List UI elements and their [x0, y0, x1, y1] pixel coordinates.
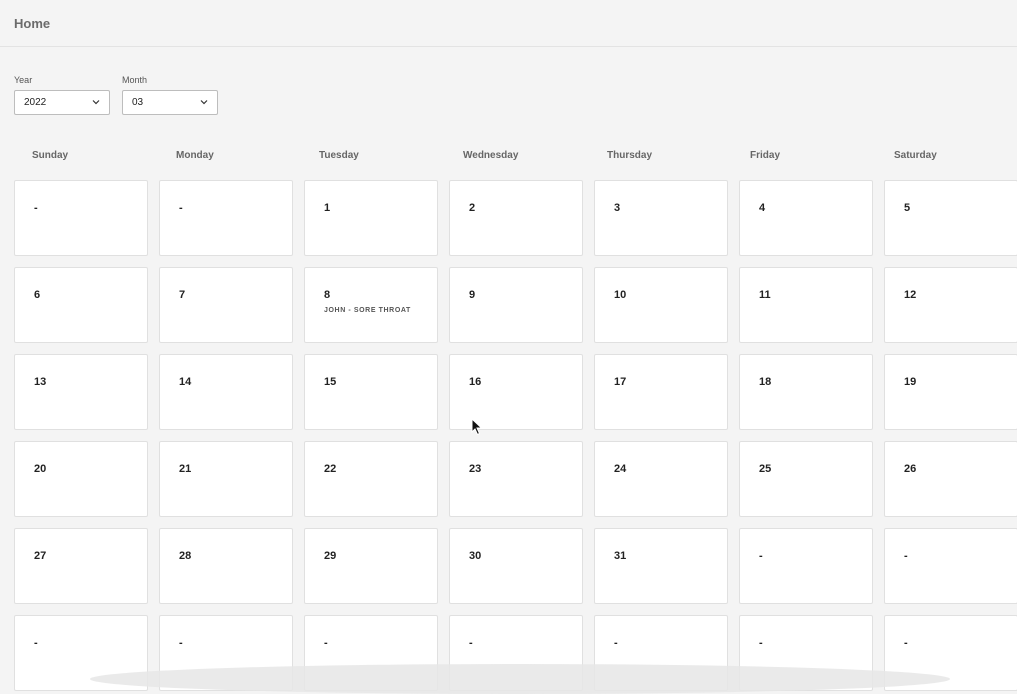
calendar-day-cell[interactable]: -	[14, 180, 148, 256]
day-number: 4	[759, 202, 766, 214]
calendar-day-cell[interactable]: 6	[14, 267, 148, 343]
mouse-pointer-icon	[471, 418, 483, 436]
day-number: 31	[614, 550, 627, 562]
weekday-header: Thursday	[607, 150, 653, 161]
calendar-day-cell[interactable]: 17	[594, 354, 728, 430]
calendar-day-cell[interactable]: 24	[594, 441, 728, 517]
calendar-day-cell[interactable]: 27	[14, 528, 148, 604]
calendar-day-cell[interactable]: 28	[159, 528, 293, 604]
day-number: 10	[614, 289, 627, 301]
calendar-day-cell[interactable]: 25	[739, 441, 873, 517]
calendar-day-cell[interactable]: 19	[884, 354, 1017, 430]
day-number: -	[324, 637, 328, 649]
day-number: 14	[179, 376, 192, 388]
calendar-day-cell[interactable]: 18	[739, 354, 873, 430]
year-select-value: 2022	[24, 97, 47, 108]
day-number: 19	[904, 376, 917, 388]
weekday-header: Friday	[750, 150, 781, 161]
day-number: -	[34, 637, 38, 649]
calendar-day-cell[interactable]: 13	[14, 354, 148, 430]
calendar-day-cell[interactable]: 30	[449, 528, 583, 604]
day-number: 27	[34, 550, 47, 562]
day-number: -	[904, 550, 908, 562]
year-select[interactable]: 2022	[14, 90, 110, 115]
calendar-day-cell[interactable]: 31	[594, 528, 728, 604]
day-number: 26	[904, 463, 917, 475]
month-select[interactable]: 03	[122, 90, 218, 115]
calendar-day-cell[interactable]: 11	[739, 267, 873, 343]
calendar-day-cell[interactable]: 20	[14, 441, 148, 517]
month-select-value: 03	[132, 97, 144, 108]
day-number: 6	[34, 289, 41, 301]
day-number: 7	[179, 289, 186, 301]
day-number: 23	[469, 463, 482, 475]
calendar-day-cell[interactable]: 26	[884, 441, 1017, 517]
calendar-day-cell[interactable]: 4	[739, 180, 873, 256]
day-number: 13	[34, 376, 47, 388]
chevron-down-icon	[200, 100, 208, 105]
calendar-day-cell[interactable]: 5	[884, 180, 1017, 256]
calendar-day-cell[interactable]: 12	[884, 267, 1017, 343]
day-number: -	[759, 550, 763, 562]
breadcrumb-home[interactable]: Home	[14, 16, 50, 31]
day-number: -	[179, 202, 183, 214]
calendar-day-cell[interactable]: 14	[159, 354, 293, 430]
day-number: 5	[904, 202, 911, 214]
day-number: 12	[904, 289, 917, 301]
weekday-header: Wednesday	[463, 150, 519, 161]
day-number: 21	[179, 463, 192, 475]
month-label: Month	[122, 75, 148, 85]
calendar-day-cell[interactable]: 8 JOHN - SORE THROAT	[304, 267, 438, 343]
calendar-day-cell[interactable]: 9	[449, 267, 583, 343]
calendar-day-cell[interactable]: 22	[304, 441, 438, 517]
month-field: Month 03	[122, 75, 218, 115]
day-number: 17	[614, 376, 627, 388]
calendar-day-cell[interactable]: 15	[304, 354, 438, 430]
day-number: -	[614, 637, 618, 649]
calendar-day-cell[interactable]: 7	[159, 267, 293, 343]
day-number: 22	[324, 463, 337, 475]
day-number: 15	[324, 376, 337, 388]
calendar-day-cell[interactable]: -	[739, 528, 873, 604]
calendar-day-cell[interactable]: 21	[159, 441, 293, 517]
day-number: 29	[324, 550, 337, 562]
day-number: 30	[469, 550, 482, 562]
day-number: -	[759, 637, 763, 649]
day-number: 24	[614, 463, 627, 475]
calendar-day-cell[interactable]: -	[159, 180, 293, 256]
calendar-day-cell[interactable]: 29	[304, 528, 438, 604]
calendar-day-cell[interactable]: 3	[594, 180, 728, 256]
bottom-overlay	[90, 664, 950, 694]
day-number: 3	[614, 202, 621, 214]
day-number: -	[469, 637, 473, 649]
day-number: 2	[469, 202, 476, 214]
weekday-header: Saturday	[894, 150, 937, 161]
calendar-day-cell[interactable]: 1	[304, 180, 438, 256]
calendar-day-cell[interactable]: 23	[449, 441, 583, 517]
day-number: 11	[759, 289, 771, 301]
calendar-day-cell[interactable]: -	[884, 528, 1017, 604]
weekday-header: Sunday	[32, 150, 69, 161]
day-number: 18	[759, 376, 772, 388]
calendar-day-cell[interactable]: 2	[449, 180, 583, 256]
year-label: Year	[14, 75, 33, 85]
day-number: 20	[34, 463, 47, 475]
day-number: 1	[324, 202, 331, 214]
year-field: Year 2022	[14, 75, 110, 115]
weekday-header: Monday	[176, 150, 214, 161]
calendar-day-cell[interactable]: 16	[449, 354, 583, 430]
day-number: 16	[469, 376, 482, 388]
day-number: -	[179, 637, 183, 649]
day-number: 8	[324, 289, 331, 301]
day-number: 25	[759, 463, 772, 475]
day-number: -	[34, 202, 38, 214]
calendar-event[interactable]: JOHN - SORE THROAT	[324, 307, 411, 314]
weekday-header: Tuesday	[319, 150, 359, 161]
top-bar: Home	[0, 0, 1017, 47]
day-number: 28	[179, 550, 192, 562]
chevron-down-icon	[92, 100, 100, 105]
calendar-day-cell[interactable]: 10	[594, 267, 728, 343]
day-number: 9	[469, 289, 476, 301]
day-number: -	[904, 637, 908, 649]
